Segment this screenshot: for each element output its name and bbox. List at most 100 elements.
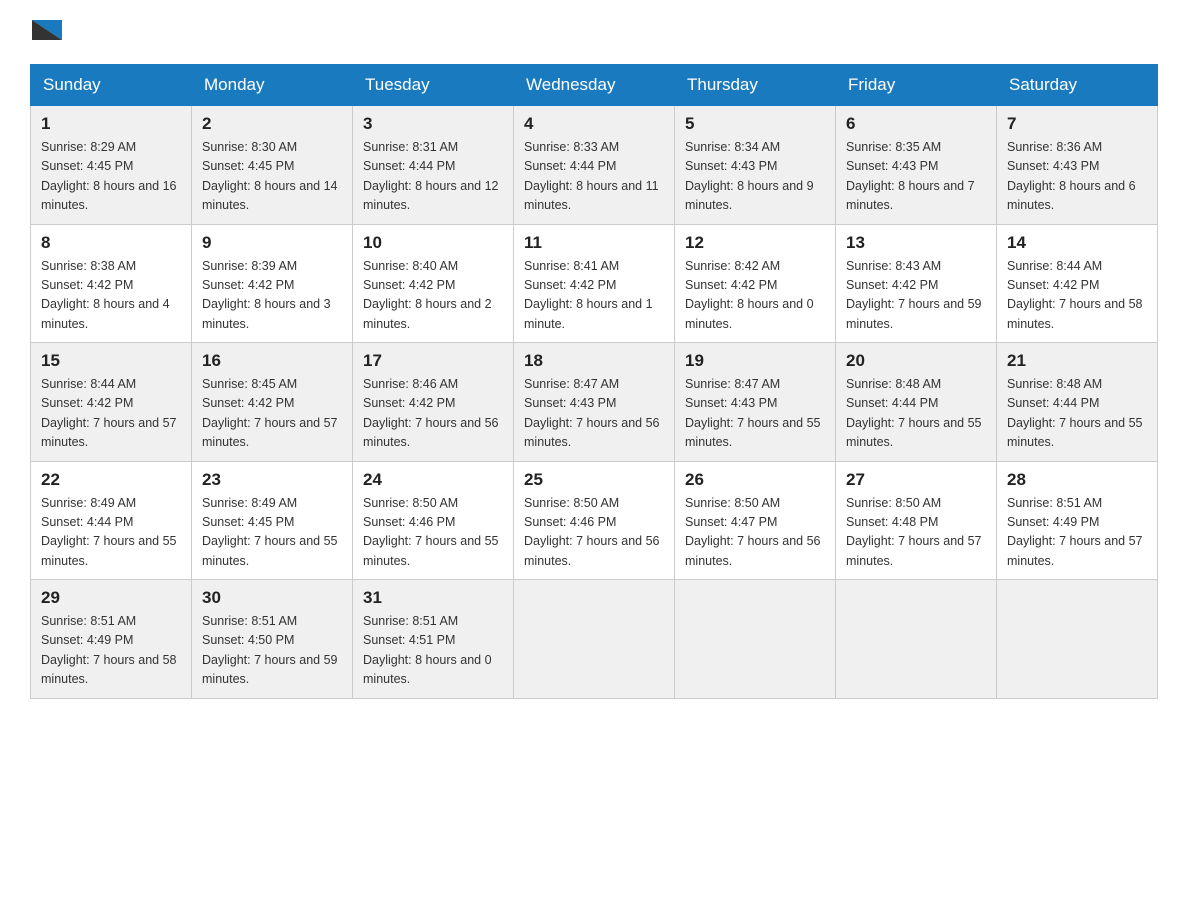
calendar-cell: 18 Sunrise: 8:47 AMSunset: 4:43 PMDayligh… (514, 343, 675, 462)
calendar-cell: 21 Sunrise: 8:48 AMSunset: 4:44 PMDayligh… (997, 343, 1158, 462)
day-number: 13 (846, 233, 986, 253)
week-row-1: 1 Sunrise: 8:29 AMSunset: 4:45 PMDaylight… (31, 106, 1158, 225)
day-number: 6 (846, 114, 986, 134)
day-info: Sunrise: 8:46 AMSunset: 4:42 PMDaylight:… (363, 375, 503, 453)
calendar-cell: 16 Sunrise: 8:45 AMSunset: 4:42 PMDayligh… (192, 343, 353, 462)
calendar-cell: 7 Sunrise: 8:36 AMSunset: 4:43 PMDaylight… (997, 106, 1158, 225)
day-info: Sunrise: 8:50 AMSunset: 4:46 PMDaylight:… (363, 494, 503, 572)
calendar-cell (675, 580, 836, 699)
calendar-cell: 25 Sunrise: 8:50 AMSunset: 4:46 PMDayligh… (514, 461, 675, 580)
day-info: Sunrise: 8:47 AMSunset: 4:43 PMDaylight:… (524, 375, 664, 453)
logo (30, 20, 62, 44)
day-number: 21 (1007, 351, 1147, 371)
calendar-cell: 1 Sunrise: 8:29 AMSunset: 4:45 PMDaylight… (31, 106, 192, 225)
calendar-cell: 9 Sunrise: 8:39 AMSunset: 4:42 PMDaylight… (192, 224, 353, 343)
col-header-sunday: Sunday (31, 65, 192, 106)
day-info: Sunrise: 8:51 AMSunset: 4:49 PMDaylight:… (1007, 494, 1147, 572)
calendar-cell: 3 Sunrise: 8:31 AMSunset: 4:44 PMDaylight… (353, 106, 514, 225)
col-header-monday: Monday (192, 65, 353, 106)
calendar-cell: 20 Sunrise: 8:48 AMSunset: 4:44 PMDayligh… (836, 343, 997, 462)
day-number: 11 (524, 233, 664, 253)
day-info: Sunrise: 8:47 AMSunset: 4:43 PMDaylight:… (685, 375, 825, 453)
day-number: 23 (202, 470, 342, 490)
calendar-cell: 8 Sunrise: 8:38 AMSunset: 4:42 PMDaylight… (31, 224, 192, 343)
col-header-wednesday: Wednesday (514, 65, 675, 106)
col-header-thursday: Thursday (675, 65, 836, 106)
day-info: Sunrise: 8:44 AMSunset: 4:42 PMDaylight:… (41, 375, 181, 453)
day-number: 16 (202, 351, 342, 371)
logo-icon (32, 20, 62, 50)
day-info: Sunrise: 8:35 AMSunset: 4:43 PMDaylight:… (846, 138, 986, 216)
day-number: 5 (685, 114, 825, 134)
week-row-4: 22 Sunrise: 8:49 AMSunset: 4:44 PMDayligh… (31, 461, 1158, 580)
day-number: 25 (524, 470, 664, 490)
calendar-cell (997, 580, 1158, 699)
day-info: Sunrise: 8:50 AMSunset: 4:46 PMDaylight:… (524, 494, 664, 572)
day-info: Sunrise: 8:41 AMSunset: 4:42 PMDaylight:… (524, 257, 664, 335)
day-info: Sunrise: 8:38 AMSunset: 4:42 PMDaylight:… (41, 257, 181, 335)
day-info: Sunrise: 8:51 AMSunset: 4:49 PMDaylight:… (41, 612, 181, 690)
day-info: Sunrise: 8:39 AMSunset: 4:42 PMDaylight:… (202, 257, 342, 335)
calendar-cell: 12Sunrise: 8:42 AMSunset: 4:42 PMDayligh… (675, 224, 836, 343)
day-number: 4 (524, 114, 664, 134)
calendar-header-row: SundayMondayTuesdayWednesdayThursdayFrid… (31, 65, 1158, 106)
day-info: Sunrise: 8:36 AMSunset: 4:43 PMDaylight:… (1007, 138, 1147, 216)
calendar-cell: 17 Sunrise: 8:46 AMSunset: 4:42 PMDayligh… (353, 343, 514, 462)
day-info: Sunrise: 8:30 AMSunset: 4:45 PMDaylight:… (202, 138, 342, 216)
day-info: Sunrise: 8:48 AMSunset: 4:44 PMDaylight:… (846, 375, 986, 453)
day-info: Sunrise: 8:31 AMSunset: 4:44 PMDaylight:… (363, 138, 503, 216)
day-number: 27 (846, 470, 986, 490)
day-info: Sunrise: 8:51 AMSunset: 4:50 PMDaylight:… (202, 612, 342, 690)
calendar-cell: 22 Sunrise: 8:49 AMSunset: 4:44 PMDayligh… (31, 461, 192, 580)
calendar-cell: 28Sunrise: 8:51 AMSunset: 4:49 PMDayligh… (997, 461, 1158, 580)
calendar-cell (836, 580, 997, 699)
day-info: Sunrise: 8:51 AMSunset: 4:51 PMDaylight:… (363, 612, 503, 690)
calendar-cell: 4 Sunrise: 8:33 AMSunset: 4:44 PMDaylight… (514, 106, 675, 225)
day-number: 29 (41, 588, 181, 608)
day-info: Sunrise: 8:45 AMSunset: 4:42 PMDaylight:… (202, 375, 342, 453)
col-header-friday: Friday (836, 65, 997, 106)
calendar-table: SundayMondayTuesdayWednesdayThursdayFrid… (30, 64, 1158, 699)
day-info: Sunrise: 8:34 AMSunset: 4:43 PMDaylight:… (685, 138, 825, 216)
calendar-cell: 30 Sunrise: 8:51 AMSunset: 4:50 PMDayligh… (192, 580, 353, 699)
day-info: Sunrise: 8:33 AMSunset: 4:44 PMDaylight:… (524, 138, 664, 216)
day-info: Sunrise: 8:49 AMSunset: 4:44 PMDaylight:… (41, 494, 181, 572)
calendar-cell: 11 Sunrise: 8:41 AMSunset: 4:42 PMDayligh… (514, 224, 675, 343)
day-number: 31 (363, 588, 503, 608)
week-row-5: 29 Sunrise: 8:51 AMSunset: 4:49 PMDayligh… (31, 580, 1158, 699)
day-number: 12 (685, 233, 825, 253)
calendar-cell: 5 Sunrise: 8:34 AMSunset: 4:43 PMDaylight… (675, 106, 836, 225)
day-number: 30 (202, 588, 342, 608)
day-info: Sunrise: 8:50 AMSunset: 4:47 PMDaylight:… (685, 494, 825, 572)
day-number: 18 (524, 351, 664, 371)
calendar-cell: 6 Sunrise: 8:35 AMSunset: 4:43 PMDaylight… (836, 106, 997, 225)
calendar-cell: 15 Sunrise: 8:44 AMSunset: 4:42 PMDayligh… (31, 343, 192, 462)
week-row-2: 8 Sunrise: 8:38 AMSunset: 4:42 PMDaylight… (31, 224, 1158, 343)
col-header-tuesday: Tuesday (353, 65, 514, 106)
day-number: 9 (202, 233, 342, 253)
calendar-cell: 24Sunrise: 8:50 AMSunset: 4:46 PMDayligh… (353, 461, 514, 580)
day-number: 14 (1007, 233, 1147, 253)
day-info: Sunrise: 8:29 AMSunset: 4:45 PMDaylight:… (41, 138, 181, 216)
day-number: 17 (363, 351, 503, 371)
day-info: Sunrise: 8:50 AMSunset: 4:48 PMDaylight:… (846, 494, 986, 572)
day-info: Sunrise: 8:48 AMSunset: 4:44 PMDaylight:… (1007, 375, 1147, 453)
calendar-cell: 2 Sunrise: 8:30 AMSunset: 4:45 PMDaylight… (192, 106, 353, 225)
day-number: 20 (846, 351, 986, 371)
day-number: 15 (41, 351, 181, 371)
week-row-3: 15 Sunrise: 8:44 AMSunset: 4:42 PMDayligh… (31, 343, 1158, 462)
day-number: 19 (685, 351, 825, 371)
col-header-saturday: Saturday (997, 65, 1158, 106)
day-number: 8 (41, 233, 181, 253)
day-number: 7 (1007, 114, 1147, 134)
day-number: 1 (41, 114, 181, 134)
day-number: 22 (41, 470, 181, 490)
day-number: 2 (202, 114, 342, 134)
calendar-cell: 13Sunrise: 8:43 AMSunset: 4:42 PMDayligh… (836, 224, 997, 343)
day-number: 3 (363, 114, 503, 134)
day-info: Sunrise: 8:40 AMSunset: 4:42 PMDaylight:… (363, 257, 503, 335)
calendar-cell: 26 Sunrise: 8:50 AMSunset: 4:47 PMDayligh… (675, 461, 836, 580)
calendar-cell: 31 Sunrise: 8:51 AMSunset: 4:51 PMDayligh… (353, 580, 514, 699)
day-number: 26 (685, 470, 825, 490)
calendar-cell (514, 580, 675, 699)
